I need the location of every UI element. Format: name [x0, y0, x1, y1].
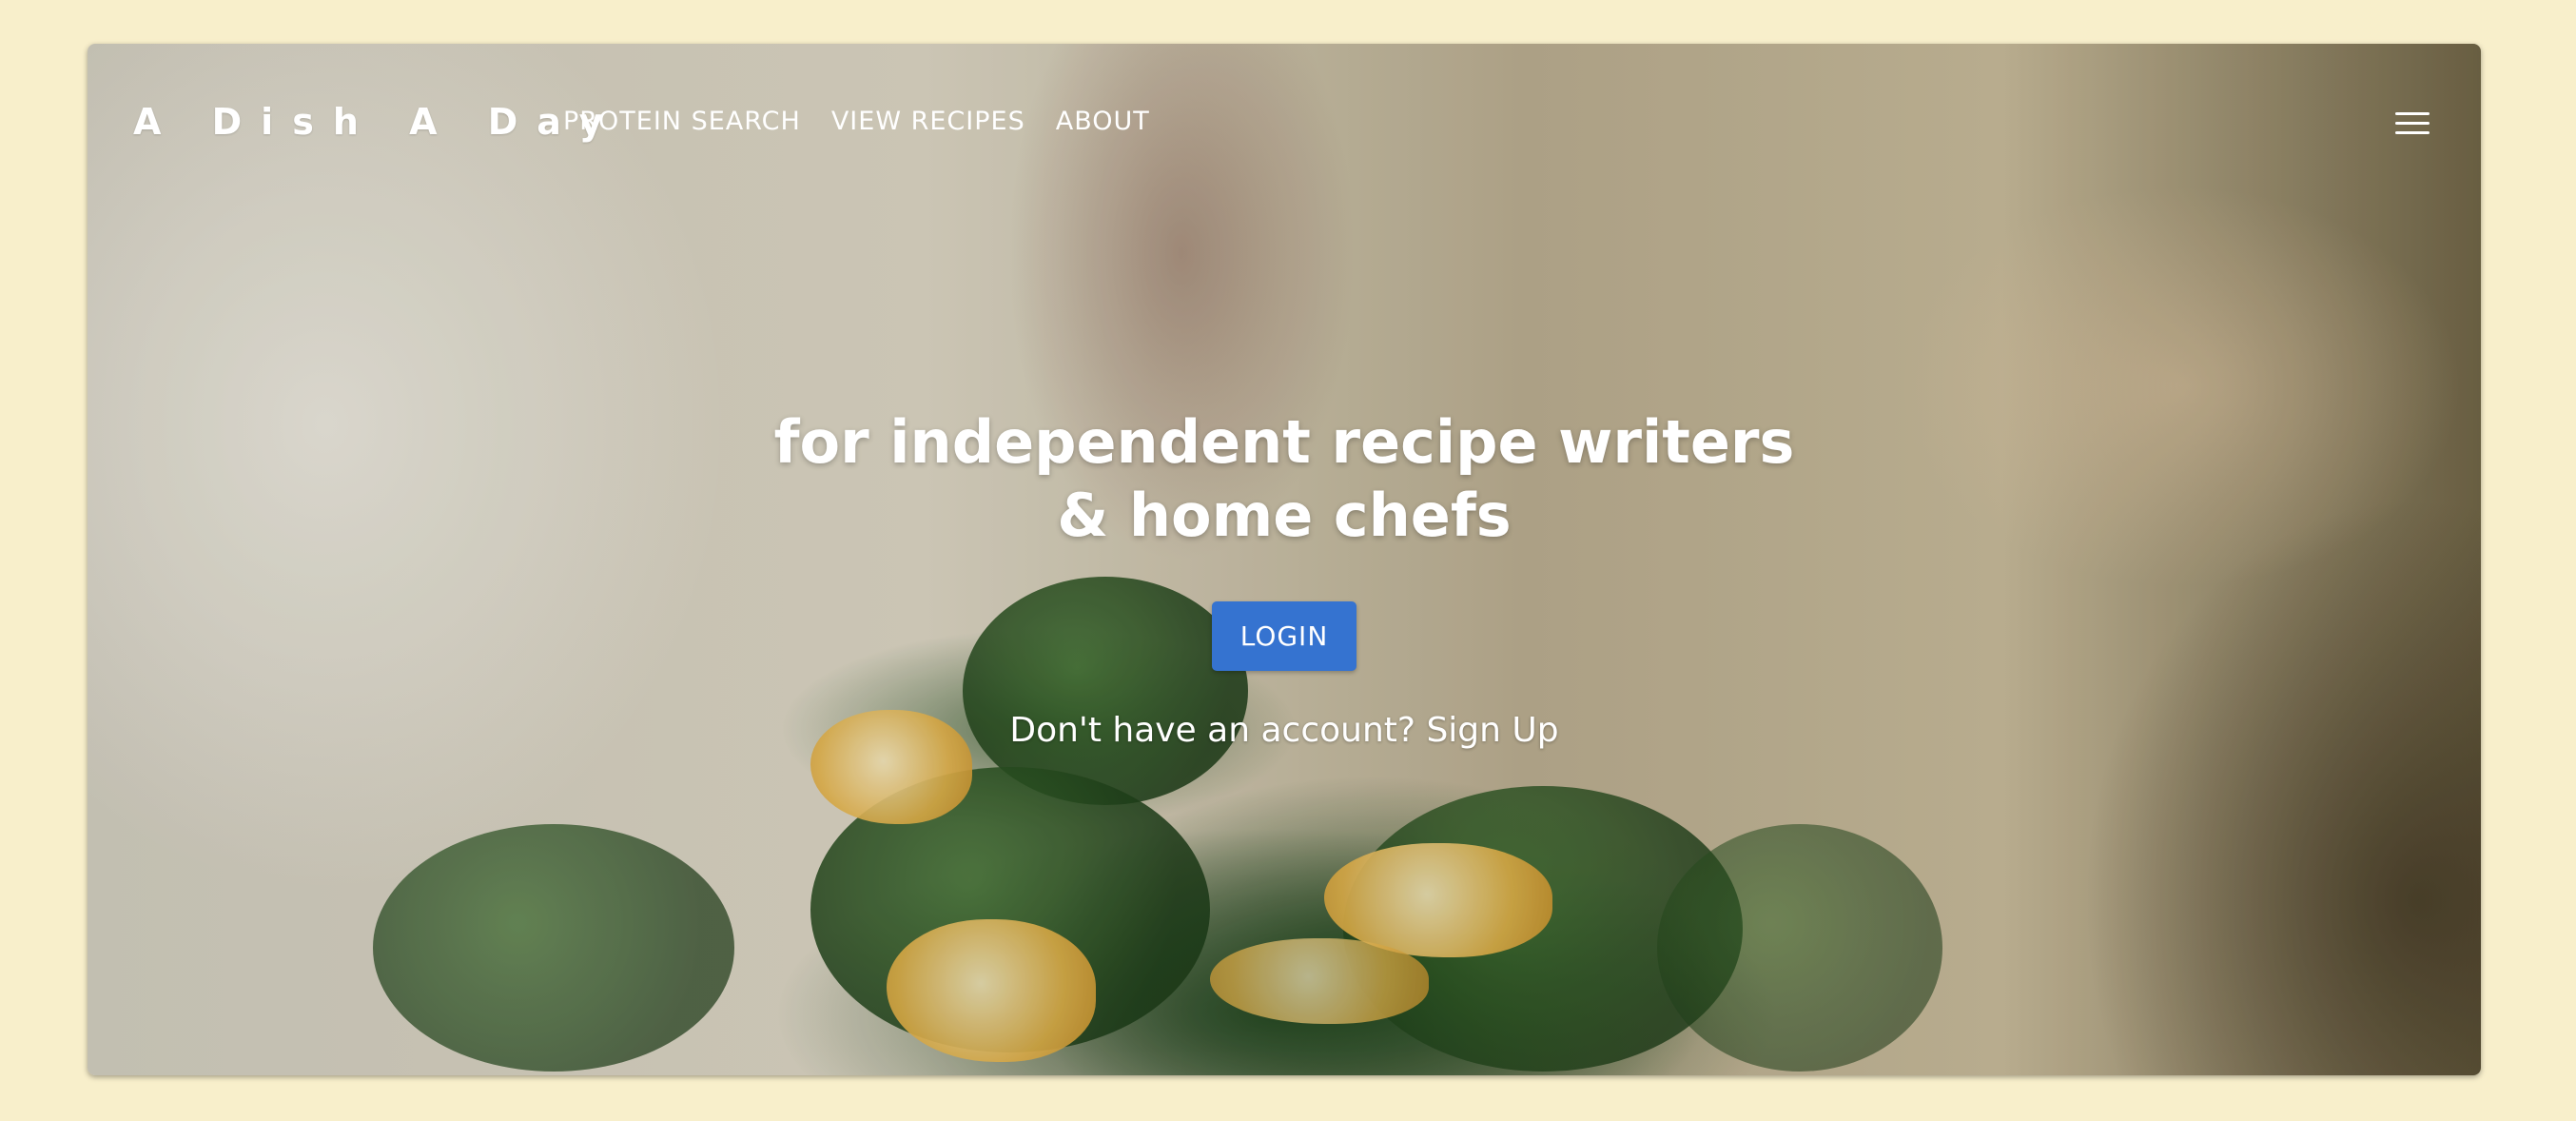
hamburger-line [2395, 122, 2430, 125]
hamburger-line [2395, 112, 2430, 115]
hero-headline-line2: & home chefs [1057, 481, 1512, 550]
login-button[interactable]: LOGIN [1211, 601, 1357, 671]
hamburger-line [2395, 131, 2430, 134]
nav-links: PROTEIN SEARCH VIEW RECIPES ABOUT [563, 107, 1150, 136]
signup-prompt-text: Don't have an account? [1009, 711, 1427, 750]
signup-prompt: Don't have an account? Sign Up [88, 711, 2481, 750]
nav-link-protein-search[interactable]: PROTEIN SEARCH [563, 107, 801, 136]
brand-logo[interactable]: A Dish A Day [133, 101, 622, 143]
hamburger-menu-icon[interactable] [2395, 112, 2430, 135]
hero-card: A Dish A Day PROTEIN SEARCH VIEW RECIPES… [88, 44, 2481, 1075]
nav-link-about[interactable]: ABOUT [1056, 107, 1150, 136]
nav-link-view-recipes[interactable]: VIEW RECIPES [831, 107, 1025, 136]
top-navbar: A Dish A Day PROTEIN SEARCH VIEW RECIPES… [88, 44, 2481, 167]
hero-headline-line1: for independent recipe writers [773, 407, 1795, 477]
hero-headline: for independent recipe writers & home ch… [713, 405, 1855, 552]
hero-content: for independent recipe writers & home ch… [88, 405, 2481, 750]
signup-link[interactable]: Sign Up [1426, 711, 1558, 750]
